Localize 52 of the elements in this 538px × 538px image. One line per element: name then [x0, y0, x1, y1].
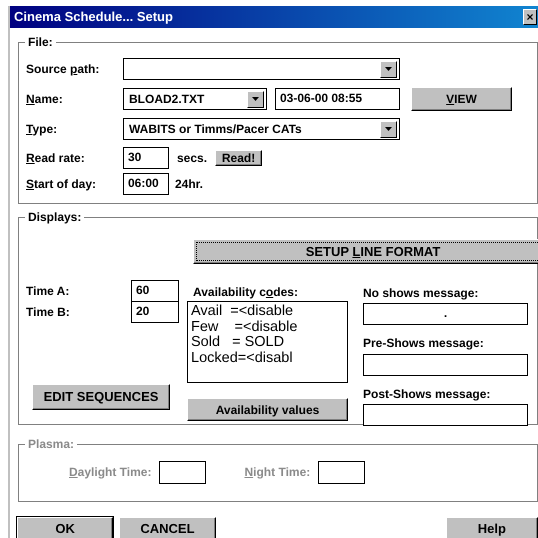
field-label: No shows message: [363, 286, 480, 300]
list-item[interactable]: Sold = SOLD [191, 335, 344, 351]
field-label: Read rate: [26, 150, 86, 166]
input-field [159, 461, 206, 484]
field-label: Daylight Time: [69, 465, 152, 480]
caret-icon [385, 127, 392, 131]
combo-box[interactable]: BLOAD2.TXT [123, 88, 267, 110]
message-field[interactable] [363, 354, 528, 376]
input-field[interactable]: 60 [131, 280, 179, 302]
setup-line-format-button[interactable]: SETUP LINE FORMAT [193, 239, 538, 264]
field-label: Availability codes: [193, 285, 298, 300]
date-field[interactable]: 03-06-00 08:55 [275, 88, 400, 110]
dropdown-button[interactable] [247, 90, 264, 108]
unit-label: secs. [177, 150, 208, 166]
caret-icon [252, 97, 259, 101]
field-label: Time A: [26, 284, 70, 298]
group-label: File: [25, 35, 56, 50]
list-box[interactable]: Avail =<disable Few =<disable Sold = SOLD Locked=<disabl [187, 301, 348, 384]
caret-icon [385, 67, 392, 71]
list-item[interactable]: Few =<disable [191, 320, 344, 336]
message-field[interactable]: . [363, 303, 528, 326]
field-label: Pre-Shows message: [363, 336, 485, 351]
combo-box[interactable]: WABITS or Timms/Pacer CATs [123, 118, 400, 140]
input-field[interactable]: 30 [123, 147, 169, 169]
window-title: Cinema Schedule... Setup [14, 9, 173, 25]
dialog-button[interactable]: Help [446, 517, 538, 538]
field-label: Start of day: [26, 176, 98, 192]
field-label: Time B: [26, 305, 71, 320]
message-field[interactable] [363, 404, 528, 426]
availability-values-button[interactable]: Availability values [187, 398, 348, 422]
field-label: Name: [26, 92, 64, 106]
field-label: Type: [26, 122, 58, 136]
unit-label: 24hr. [175, 176, 204, 192]
input-field[interactable]: 20 [131, 301, 179, 323]
list-item[interactable]: Avail =<disable [191, 304, 344, 320]
combo-box[interactable] [123, 58, 400, 80]
field-label: Post-Shows message: [363, 386, 492, 402]
dropdown-button[interactable] [380, 60, 397, 78]
dialog-button[interactable]: CANCEL [119, 517, 216, 538]
view-button[interactable]: VIEW [411, 87, 512, 111]
dialog-button[interactable]: OK [17, 517, 114, 538]
edit-sequences-button[interactable]: EDIT SEQUENCES [32, 384, 170, 410]
input-field [318, 461, 366, 484]
group-label: Displays: [25, 210, 84, 224]
close-button[interactable]: × [523, 9, 537, 25]
list-item[interactable]: Locked=<disabl [191, 350, 344, 366]
group-label: Plasma: [25, 437, 78, 452]
field-label: Source path: [26, 62, 100, 76]
field-label: Night Time: [244, 465, 310, 480]
read-button[interactable]: Read! [215, 150, 262, 166]
input-field[interactable]: 06:00 [123, 173, 169, 195]
dropdown-button[interactable] [380, 120, 397, 138]
